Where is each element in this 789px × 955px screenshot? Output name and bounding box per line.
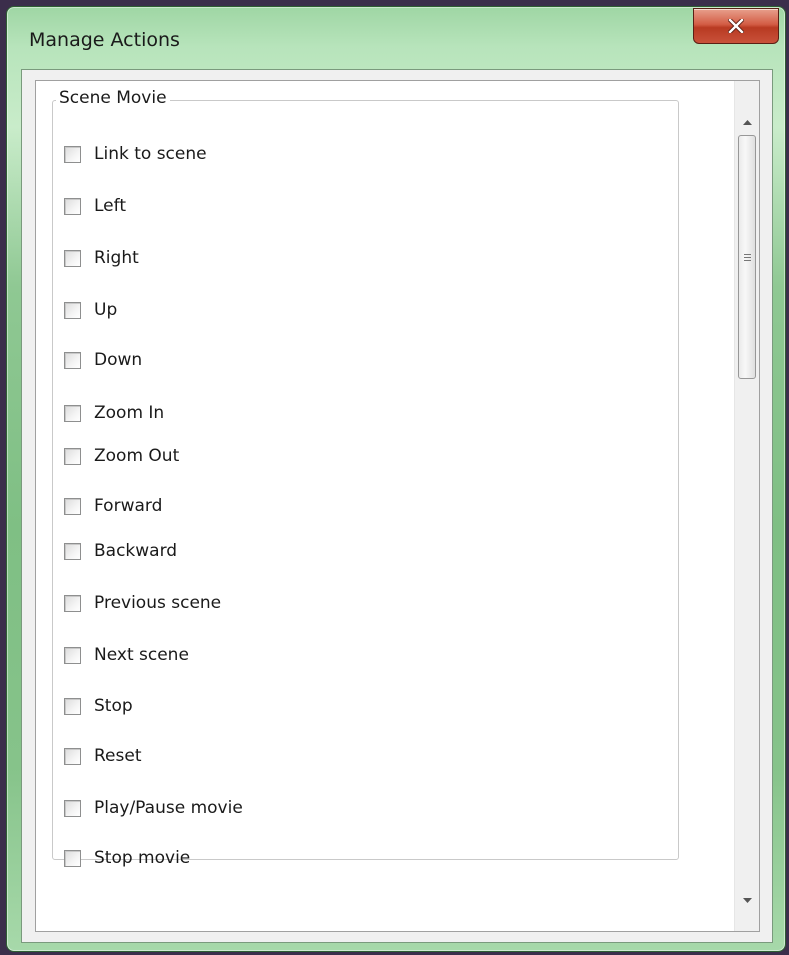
action-row[interactable]: Left <box>64 193 126 219</box>
action-label: Previous scene <box>94 593 222 613</box>
scene-movie-groupbox <box>52 100 679 860</box>
checkbox[interactable] <box>64 542 81 560</box>
action-row[interactable]: Stop <box>64 693 133 719</box>
action-label: Backward <box>94 541 178 561</box>
action-label: Right <box>94 248 139 268</box>
action-row[interactable]: Right <box>64 245 139 271</box>
action-row[interactable]: Forward <box>64 493 162 519</box>
manage-actions-window: Manage Actions Scene Movie Link to scene… <box>6 6 786 952</box>
action-row[interactable]: Zoom Out <box>64 443 179 469</box>
action-row[interactable]: Link to scene <box>64 141 207 167</box>
arrow-up-icon <box>742 110 752 129</box>
action-label: Left <box>94 196 126 216</box>
action-label: Reset <box>94 746 142 766</box>
checkbox[interactable] <box>64 497 81 515</box>
groupbox-label: Scene Movie <box>56 87 170 109</box>
checkbox[interactable] <box>64 849 81 867</box>
checkbox[interactable] <box>64 404 81 422</box>
action-row[interactable]: Zoom In <box>64 400 164 426</box>
action-row[interactable]: Stop movie <box>64 845 190 871</box>
checkbox[interactable] <box>64 697 81 715</box>
scroll-up-button[interactable] <box>735 107 759 131</box>
close-button[interactable] <box>693 8 779 44</box>
action-row[interactable]: Reset <box>64 743 142 769</box>
vertical-scrollbar[interactable] <box>734 81 759 931</box>
checkbox[interactable] <box>64 145 81 163</box>
title-bar[interactable]: Manage Actions <box>7 7 785 67</box>
checkbox[interactable] <box>64 249 81 267</box>
action-row[interactable]: Backward <box>64 538 177 564</box>
checkbox[interactable] <box>64 301 81 319</box>
action-row[interactable]: Previous scene <box>64 590 221 616</box>
action-label: Zoom Out <box>94 446 180 466</box>
action-label: Next scene <box>94 645 189 665</box>
arrow-down-icon <box>742 888 752 907</box>
checkbox[interactable] <box>64 646 81 664</box>
checkbox[interactable] <box>64 594 81 612</box>
close-icon <box>728 19 744 33</box>
checkbox[interactable] <box>64 447 81 465</box>
checkbox[interactable] <box>64 351 81 369</box>
action-label: Zoom In <box>94 403 165 423</box>
checkbox[interactable] <box>64 799 81 817</box>
action-row[interactable]: Down <box>64 347 142 373</box>
actions-scroll-panel: Scene Movie Link to scene Left Right Up … <box>35 80 760 932</box>
window-title: Manage Actions <box>29 29 180 51</box>
dialog-client-area: Scene Movie Link to scene Left Right Up … <box>21 69 773 943</box>
checkbox[interactable] <box>64 197 81 215</box>
checkbox[interactable] <box>64 747 81 765</box>
grip-icon <box>743 252 751 263</box>
scroll-down-button[interactable] <box>735 885 759 909</box>
action-label: Stop movie <box>94 848 191 868</box>
action-row[interactable]: Next scene <box>64 642 189 668</box>
action-row[interactable]: Up <box>64 297 117 323</box>
action-label: Down <box>94 350 143 370</box>
action-label: Play/Pause movie <box>94 798 243 818</box>
action-label: Stop <box>94 696 133 716</box>
action-label: Forward <box>94 496 163 516</box>
action-label: Up <box>94 300 118 320</box>
action-label: Link to scene <box>94 144 207 164</box>
scroll-thumb[interactable] <box>738 135 756 379</box>
action-row[interactable]: Play/Pause movie <box>64 795 243 821</box>
